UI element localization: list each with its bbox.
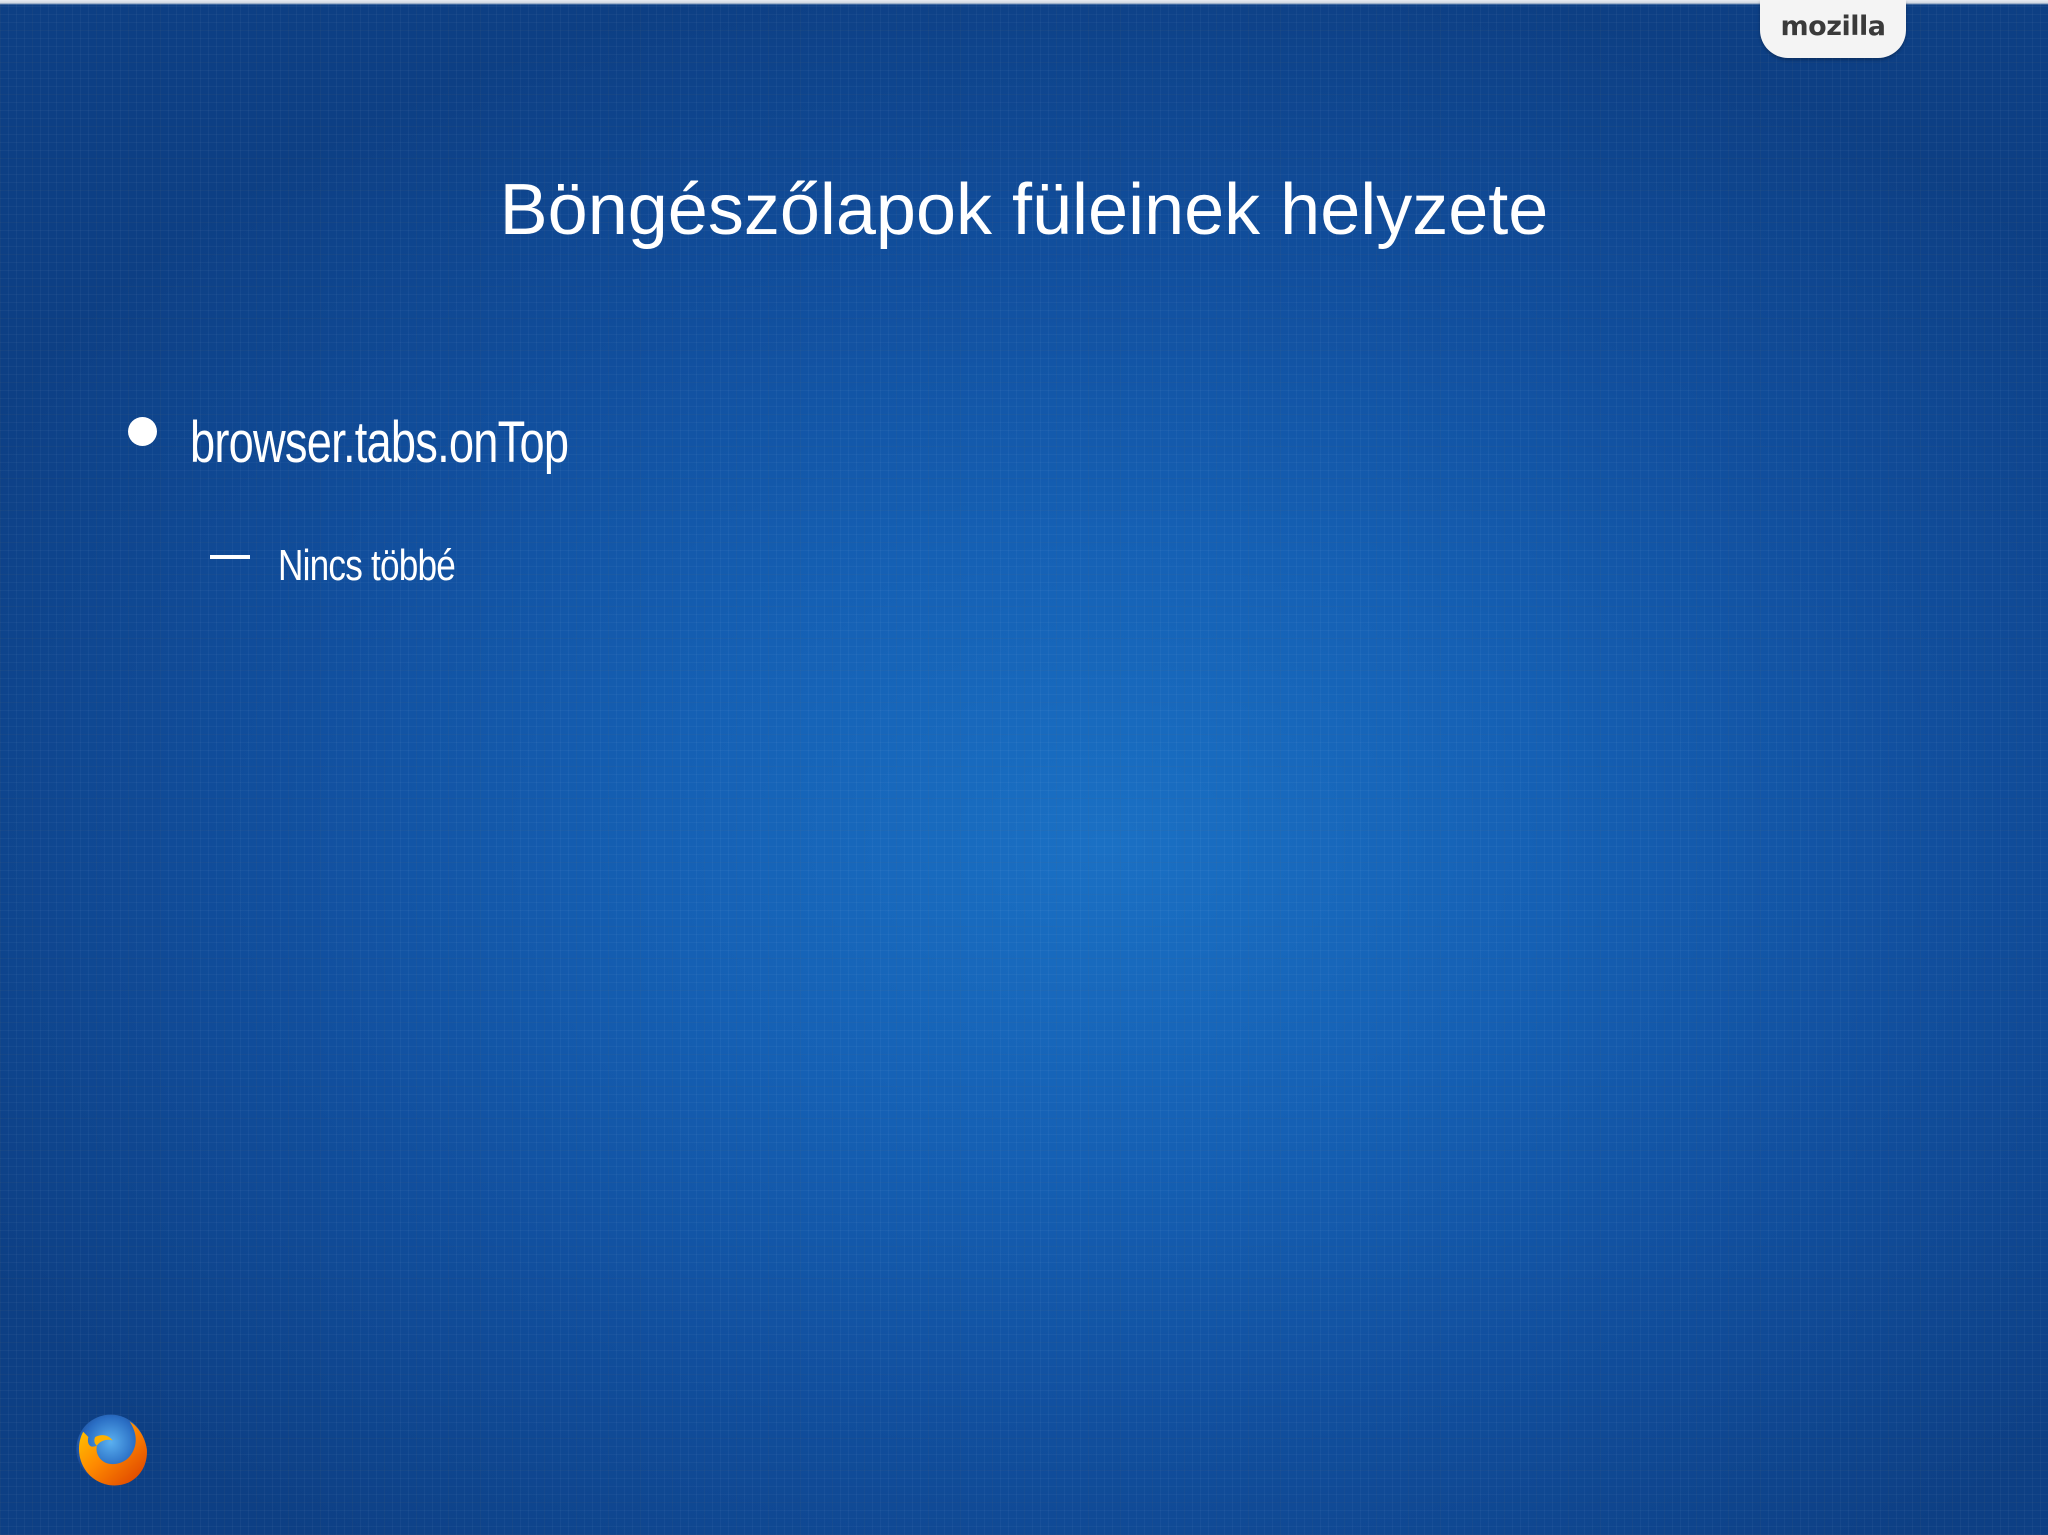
presentation-slide: mozilla Böngészőlapok füleinek helyzete … — [0, 0, 2048, 1535]
slide-title: Böngészőlapok füleinek helyzete — [499, 170, 1549, 250]
bullet-item: browser.tabs.onTop — [128, 402, 675, 482]
bullet-text: browser.tabs.onTop — [190, 409, 569, 475]
bullet-dot-icon — [128, 416, 157, 446]
firefox-logo-icon — [76, 1414, 147, 1486]
sub-bullet-text: Nincs többé — [278, 541, 456, 590]
mozilla-wordmark: mozilla — [1780, 10, 1886, 42]
sub-bullet-item: Nincs többé — [210, 536, 499, 596]
mozilla-wordmark-tab: mozilla — [1760, 0, 1906, 58]
top-edge-strip — [0, 0, 2048, 5]
dash-icon — [210, 555, 250, 559]
